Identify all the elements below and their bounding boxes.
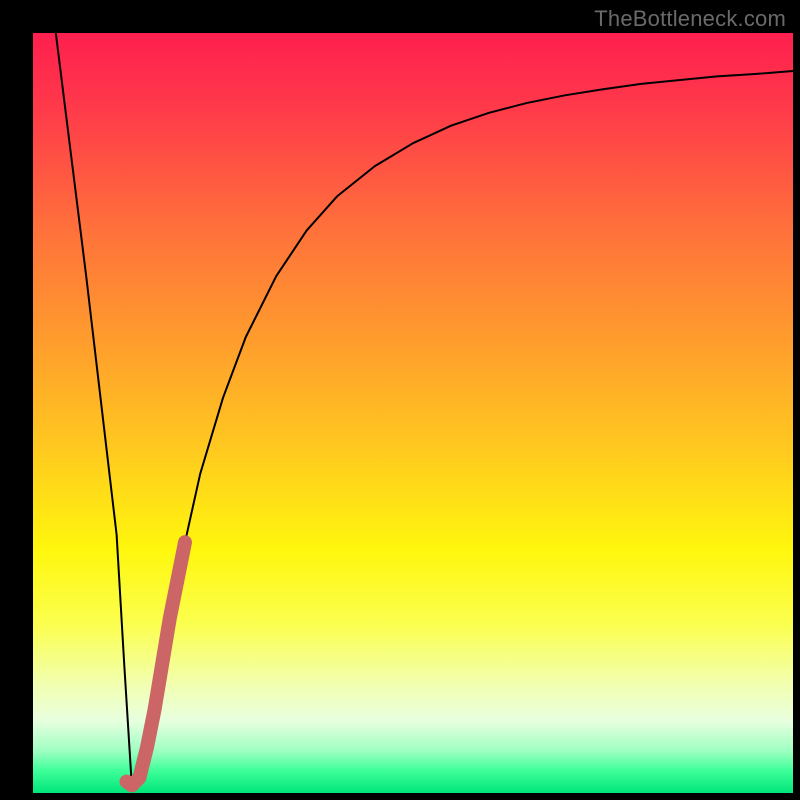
watermark-text: TheBottleneck.com <box>594 6 786 32</box>
plot-background <box>33 33 793 793</box>
bottleneck-plot <box>33 33 793 793</box>
chart-frame: TheBottleneck.com <box>0 0 800 800</box>
